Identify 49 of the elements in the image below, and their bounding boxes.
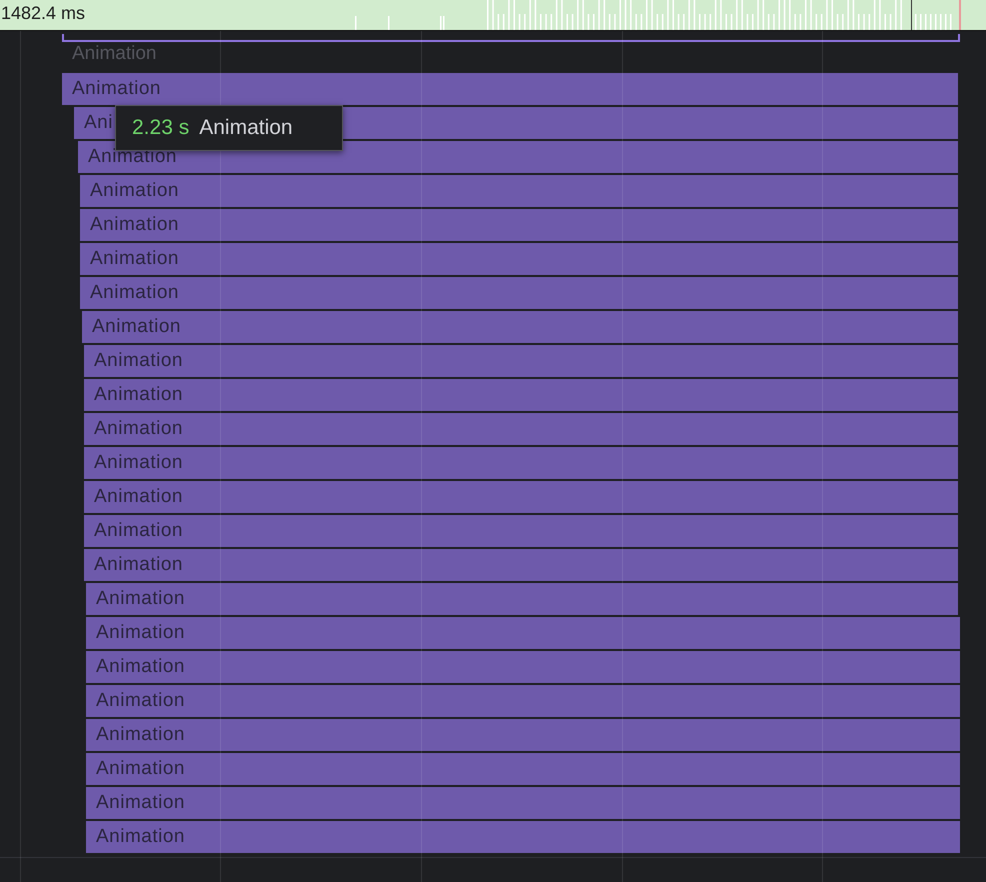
bar-label: Animation bbox=[88, 146, 177, 168]
animation-bar[interactable]: Animation bbox=[78, 141, 958, 173]
animation-bar[interactable]: Animation bbox=[84, 379, 958, 411]
animation-bar[interactable]: Animation bbox=[84, 515, 958, 547]
group-label: Animation bbox=[72, 43, 156, 65]
animation-bar[interactable]: Animation bbox=[80, 175, 958, 207]
bar-label: Animation bbox=[96, 758, 185, 780]
time-label: 1482.4 ms bbox=[1, 3, 86, 24]
animation-bar[interactable]: Animation bbox=[84, 549, 958, 581]
bar-label: Ani bbox=[84, 112, 113, 134]
bar-label: Animation bbox=[96, 622, 185, 644]
duration-text: 2.23 s bbox=[132, 116, 190, 140]
bar-label: Animation bbox=[94, 418, 183, 440]
bar-label: Animation bbox=[94, 452, 183, 474]
animation-bar[interactable]: Animation bbox=[62, 73, 958, 105]
bar-label: Animation bbox=[96, 792, 185, 814]
animation-bar[interactable]: Animation bbox=[84, 447, 958, 479]
animation-bar[interactable]: Animation bbox=[84, 481, 958, 513]
animation-bar[interactable]: Animation bbox=[82, 311, 958, 343]
bar-label: Animation bbox=[94, 384, 183, 406]
bar-label: Animation bbox=[96, 588, 185, 610]
animation-bar[interactable]: Animation bbox=[86, 685, 960, 717]
animation-bar[interactable]: Animation bbox=[86, 821, 960, 853]
bar-label: Animation bbox=[94, 520, 183, 542]
bar-label: Animation bbox=[90, 214, 179, 236]
bar-label: Animation bbox=[90, 248, 179, 270]
bar-label: Animation bbox=[96, 826, 185, 848]
bar-label: Animation bbox=[90, 180, 179, 202]
animation-bar[interactable]: Animation bbox=[86, 617, 960, 649]
bar-label: Animation bbox=[94, 554, 183, 576]
bar-label: Animation bbox=[94, 350, 183, 372]
animation-bar[interactable]: Animation bbox=[80, 209, 958, 241]
animation-bar[interactable]: Animation bbox=[84, 345, 958, 377]
animation-bar[interactable]: Animation bbox=[86, 753, 960, 785]
bar-label: Animation bbox=[94, 486, 183, 508]
animation-bar[interactable]: Animation bbox=[86, 719, 960, 751]
animation-bar[interactable]: Animation bbox=[84, 413, 958, 445]
animation-bar[interactable]: Animation bbox=[86, 787, 960, 819]
animation-bar[interactable]: Animation bbox=[86, 583, 958, 615]
animation-bar[interactable]: Animation bbox=[86, 651, 960, 683]
bar-label: Animation bbox=[96, 690, 185, 712]
bar-label: Animation bbox=[72, 78, 161, 100]
animation-bar[interactable]: Animation bbox=[80, 277, 958, 309]
animation-bar[interactable]: Animation bbox=[80, 243, 958, 275]
event-name: Animation bbox=[199, 116, 293, 140]
bar-label: Animation bbox=[90, 282, 179, 304]
bar-label: Animation bbox=[92, 316, 181, 338]
bar-label: Animation bbox=[96, 656, 185, 678]
bar-label: Animation bbox=[96, 724, 185, 746]
